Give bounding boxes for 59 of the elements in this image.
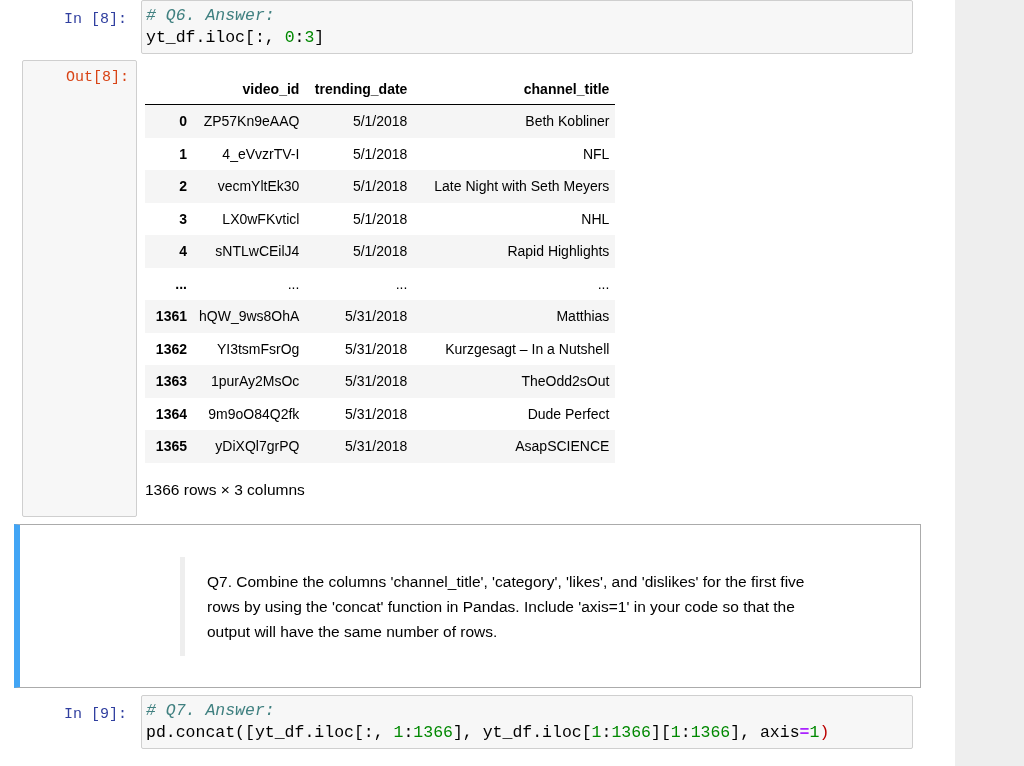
table-cell: TheOdd2sOut xyxy=(413,365,616,398)
table-cell: Kurzgesagt – In a Nutshell xyxy=(413,332,616,365)
table-cell: 5/1/2018 xyxy=(305,235,414,268)
table-cell: Dude Perfect xyxy=(413,397,616,430)
row-index: 4 xyxy=(145,235,193,268)
code-editor[interactable]: # Q6. Answer: yt_df.iloc[:, 0:3] xyxy=(141,0,913,54)
table-cell: 5/31/2018 xyxy=(305,365,414,398)
row-index: 1362 xyxy=(145,332,193,365)
table-cell: 5/1/2018 xyxy=(305,137,414,170)
table-cell: 5/1/2018 xyxy=(305,170,414,203)
table-cell: Beth Kobliner xyxy=(413,104,616,138)
table-cell: 5/31/2018 xyxy=(305,397,414,430)
table-cell: sNTLwCEilJ4 xyxy=(193,235,306,268)
row-index: 1364 xyxy=(145,397,193,430)
table-cell: vecmYltEk30 xyxy=(193,170,306,203)
table-cell: NFL xyxy=(413,137,616,170)
table-cell: ... xyxy=(193,267,306,300)
question-text: Q7. Combine the columns 'channel_title', 'category', 'likes', and 'dislikes' for the first five rows by using the 'concat' function in Pandas. Include 'axis=1' in your code so that the output will have the same number of rows. xyxy=(207,571,806,642)
table-cell: ... xyxy=(413,267,616,300)
table-cell: 1purAy2MsOc xyxy=(193,365,306,398)
table-summary: 1366 rows × 3 columns xyxy=(145,480,306,499)
table-cell: Matthias xyxy=(413,300,616,333)
table-cell: Late Night with Seth Meyers xyxy=(413,170,616,203)
table-cell: 5/31/2018 xyxy=(305,430,414,463)
column-header: video_id xyxy=(193,74,306,105)
row-index: 3 xyxy=(145,202,193,235)
code-line: # Q6. Answer: xyxy=(146,5,276,27)
table-cell: yDiXQl7grPQ xyxy=(193,430,306,463)
table-cell: Rapid Highlights xyxy=(413,235,616,268)
table-cell: 5/1/2018 xyxy=(305,104,414,138)
row-index: 2 xyxy=(145,170,193,203)
table-cell: AsapSCIENCE xyxy=(413,430,616,463)
row-index: 1365 xyxy=(145,430,193,463)
table-cell: 5/31/2018 xyxy=(305,300,414,333)
table-cell: 4_eVvzrTV-I xyxy=(193,137,306,170)
markdown-cell[interactable] xyxy=(14,524,921,688)
row-index: 1361 xyxy=(145,300,193,333)
row-index: ... xyxy=(145,267,193,300)
table-cell: hQW_9ws8OhA xyxy=(193,300,306,333)
table-cell: 9m9oO84Q2fk xyxy=(193,397,306,430)
input-prompt: In [9]: xyxy=(63,705,128,725)
table-cell: LX0wFKvticl xyxy=(193,202,306,235)
input-prompt: In [8]: xyxy=(63,10,128,30)
table-cell: ... xyxy=(305,267,414,300)
code-line: # Q7. Answer: xyxy=(146,700,276,722)
code-line: pd.concat([yt_df.iloc[:, 1:1366], yt_df.iloc[1:1366][1:1366], axis=1) xyxy=(146,722,831,744)
column-header: channel_title xyxy=(413,74,616,105)
row-index: 1 xyxy=(145,137,193,170)
table-cell: NHL xyxy=(413,202,616,235)
table-cell: 5/31/2018 xyxy=(305,332,414,365)
column-header: trending_date xyxy=(305,74,414,105)
code-line: yt_df.iloc[:, 0:3] xyxy=(146,27,326,49)
table-cell: 5/1/2018 xyxy=(305,202,414,235)
output-prompt: Out[8]: xyxy=(22,60,137,517)
code-editor[interactable]: # Q7. Answer: pd.concat([yt_df.iloc[:, 1:1366], yt_df.iloc[1:1366][1:1366], axis=1) xyxy=(141,695,913,749)
row-index: 0 xyxy=(145,104,193,138)
table-cell: ZP57Kn9eAAQ xyxy=(193,104,306,138)
table-cell: YI3tsmFsrOg xyxy=(193,332,306,365)
row-index: 1363 xyxy=(145,365,193,398)
